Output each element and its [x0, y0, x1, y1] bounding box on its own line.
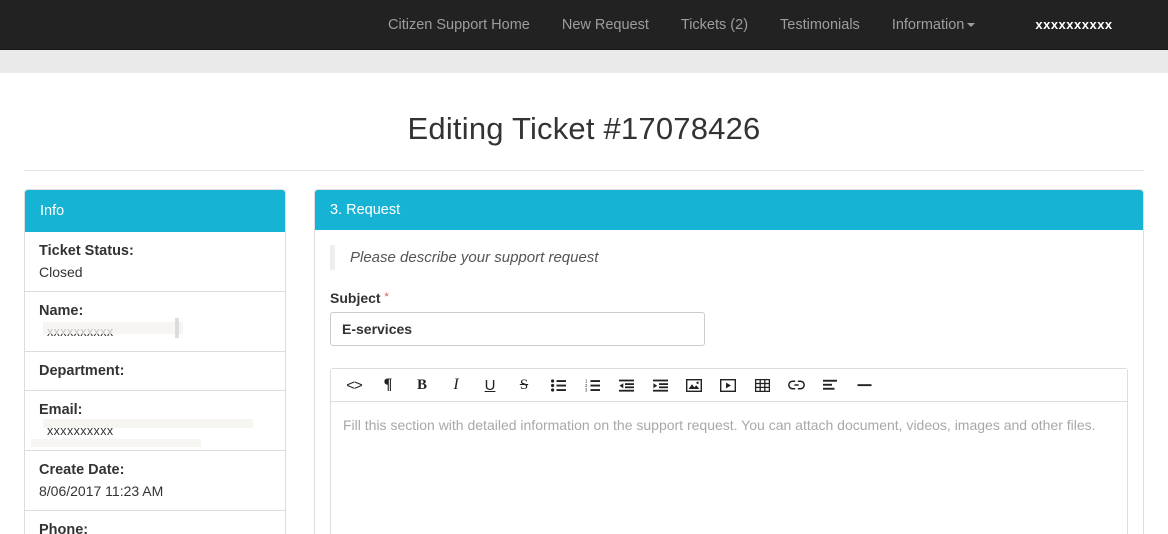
info-value-ticket-status: Closed: [39, 264, 83, 280]
info-item-email: Email: xxxxxxxxxx: [25, 391, 285, 451]
indent-icon[interactable]: [643, 370, 677, 401]
editor-toolbar: <> ¶ B I U S 1 2 3: [331, 369, 1127, 402]
nav-tickets[interactable]: Tickets (2): [665, 0, 764, 50]
info-value-email: xxxxxxxxxx: [47, 424, 114, 438]
unordered-list-icon[interactable]: [541, 370, 575, 401]
info-panel-heading: Info: [25, 190, 285, 232]
required-marker: *: [384, 291, 389, 303]
insert-video-icon[interactable]: [711, 370, 745, 401]
insert-table-icon[interactable]: [745, 370, 779, 401]
info-item-ticket-status: Ticket Status: Closed: [25, 232, 285, 292]
info-panel: Info Ticket Status: Closed Name: xxxxxxx…: [24, 189, 286, 534]
nav-new-request[interactable]: New Request: [546, 0, 665, 50]
info-label-ticket-status: Ticket Status:: [39, 243, 134, 259]
info-label-department: Department:: [39, 363, 125, 379]
request-panel-body: Please describe your support request Sub…: [315, 230, 1143, 534]
info-column: Info Ticket Status: Closed Name: xxxxxxx…: [24, 189, 286, 534]
bold-icon[interactable]: B: [405, 370, 439, 401]
subject-input[interactable]: [330, 312, 705, 346]
request-panel: 3. Request Please describe your support …: [314, 189, 1144, 534]
request-description-text: Please describe your support request: [350, 249, 599, 266]
italic-icon[interactable]: I: [439, 370, 473, 401]
info-value-create-date: 8/06/2017 11:23 AM: [39, 483, 164, 499]
svg-text:3: 3: [585, 387, 588, 391]
info-label-phone: Phone:: [39, 522, 89, 534]
request-description: Please describe your support request: [330, 245, 1128, 270]
nav-information-label: Information: [891, 16, 965, 33]
request-column: 3. Request Please describe your support …: [314, 189, 1144, 534]
info-item-create-date: Create Date: 8/06/2017 11:23 AM: [25, 451, 285, 511]
info-label-create-date: Create Date:: [39, 462, 125, 478]
insert-link-icon[interactable]: [779, 370, 813, 401]
align-left-icon[interactable]: [813, 370, 847, 401]
insert-image-icon[interactable]: [677, 370, 711, 401]
rich-text-editor: <> ¶ B I U S 1 2 3 Fill this section wit…: [330, 368, 1128, 534]
info-label-name: Name:: [39, 303, 84, 319]
code-view-icon[interactable]: <>: [337, 370, 371, 401]
editor-placeholder: Fill this section with detailed informat…: [343, 417, 1096, 433]
ordered-list-icon[interactable]: 1 2 3: [575, 370, 609, 401]
info-label-email: Email:: [39, 402, 83, 418]
info-item-name: Name: xxxxxxxxxx: [25, 292, 285, 352]
info-item-department: Department:: [25, 352, 285, 391]
top-navbar: Citizen Support Home New Request Tickets…: [0, 0, 1168, 50]
nav-information[interactable]: Information: [876, 0, 992, 50]
paragraph-format-icon[interactable]: ¶: [371, 370, 405, 401]
info-item-phone: Phone:: [25, 511, 285, 534]
subject-label: Subject *: [330, 290, 1128, 306]
nav-testimonials[interactable]: Testimonials: [764, 0, 876, 50]
outdent-icon[interactable]: [609, 370, 643, 401]
nav-citizen-support-home[interactable]: Citizen Support Home: [388, 0, 546, 50]
content-columns: Info Ticket Status: Closed Name: xxxxxxx…: [24, 171, 1144, 534]
secondary-bar: [0, 50, 1168, 73]
subject-label-text: Subject: [330, 290, 381, 306]
info-value-name: xxxxxxxxxx: [47, 325, 114, 339]
page-title: Editing Ticket #17078426: [407, 111, 761, 146]
underline-icon[interactable]: U: [473, 370, 507, 401]
chevron-down-icon: [967, 22, 976, 27]
request-panel-heading: 3. Request: [315, 190, 1143, 230]
page-container: Editing Ticket #17078426 Info Ticket Sta…: [9, 73, 1159, 534]
nav-user-menu[interactable]: xxxxxxxxxx: [1019, 0, 1128, 50]
strikethrough-icon[interactable]: S: [507, 370, 541, 401]
editor-content-area[interactable]: Fill this section with detailed informat…: [331, 402, 1127, 534]
horizontal-line-icon[interactable]: [847, 370, 881, 401]
